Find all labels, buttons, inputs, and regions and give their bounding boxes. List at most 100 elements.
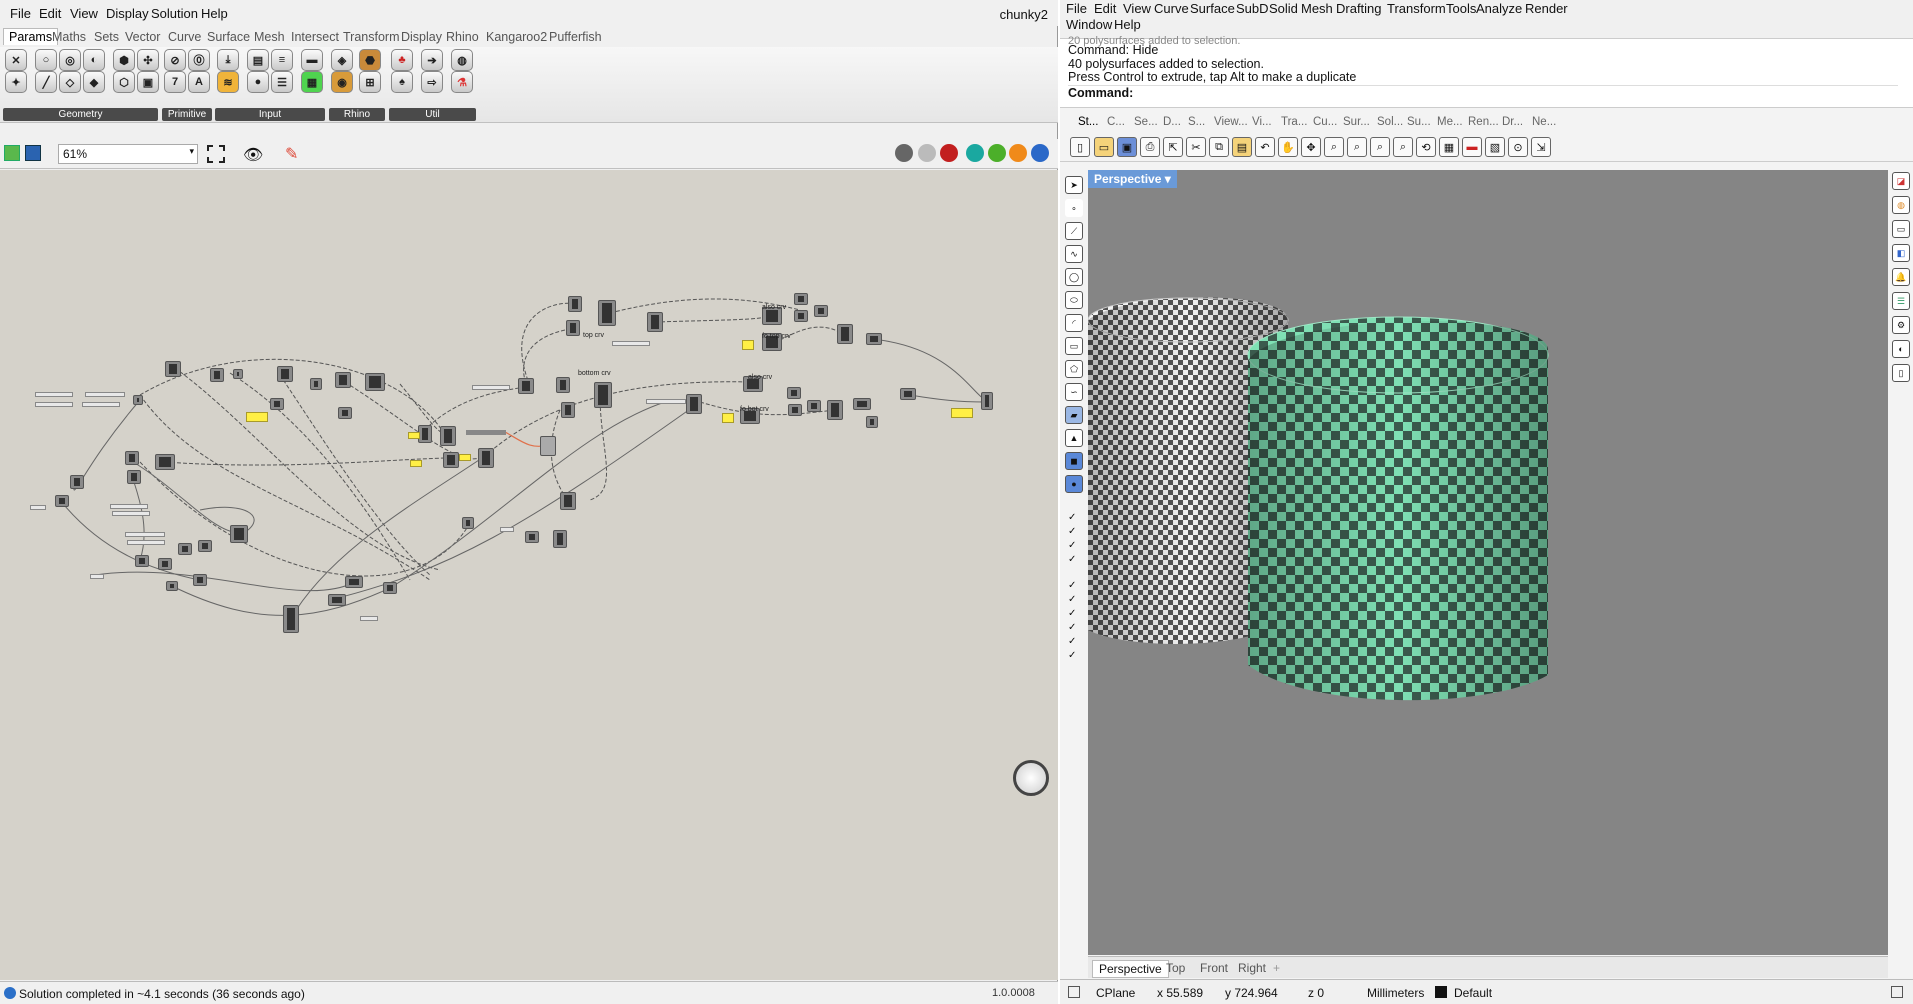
toolbar-tab[interactable]: Ne... (1532, 116, 1556, 128)
print-icon[interactable]: ⎙ (1140, 137, 1160, 157)
check-icon[interactable]: ✓ (1068, 622, 1076, 633)
gh-slider[interactable] (360, 616, 378, 621)
check-icon[interactable]: ✓ (1068, 526, 1076, 537)
preview-wire-icon[interactable] (918, 144, 936, 162)
gh-component[interactable] (133, 395, 143, 405)
check-icon[interactable]: ✓ (1068, 554, 1076, 565)
zoom-window-icon[interactable]: ⌕ (1347, 137, 1367, 157)
import-icon[interactable]: ⤓ (217, 49, 239, 71)
grid-tool-icon[interactable]: ▧ (1485, 137, 1505, 157)
save-file-icon[interactable] (25, 145, 41, 161)
mesh-param-icon[interactable]: ✣ (137, 49, 159, 71)
text-param-icon[interactable]: A (188, 71, 210, 93)
gh-slider[interactable] (30, 505, 46, 510)
gradient-icon[interactable]: ▬ (301, 49, 323, 71)
tab-mesh[interactable]: Mesh (254, 30, 285, 44)
gh-component[interactable] (230, 525, 248, 543)
toolbar-tab[interactable]: Sol... (1377, 116, 1403, 128)
gh-slider[interactable] (110, 504, 148, 509)
tab-surface[interactable]: Surface (207, 30, 250, 44)
gh-component[interactable] (155, 454, 175, 470)
arc-param-icon[interactable]: ◐ (83, 49, 105, 71)
select-tool-icon[interactable]: ⇲ (1531, 137, 1551, 157)
gh-component[interactable] (540, 436, 556, 456)
gh-menu-solution[interactable]: Solution (151, 6, 198, 21)
tab-curve[interactable]: Curve (168, 30, 201, 44)
gh-slider[interactable] (472, 385, 510, 390)
page-icon[interactable]: ▯ (1892, 364, 1910, 382)
rh-menu-subd[interactable]: SubD (1236, 1, 1269, 16)
gh-component[interactable] (647, 312, 663, 332)
toolbar-tab[interactable]: Tra... (1281, 116, 1307, 128)
command-history[interactable]: 20 polysurfaces added to selection. Comm… (1060, 35, 1913, 108)
toolbar-tab[interactable]: C... (1107, 116, 1125, 128)
gh-component[interactable] (568, 296, 582, 312)
gh-component[interactable] (165, 361, 181, 377)
tab-pufferfish[interactable]: Pufferfish (549, 30, 602, 44)
gear-icon[interactable]: ⚙ (1892, 316, 1910, 334)
check-icon[interactable]: ✓ (1068, 512, 1076, 523)
new-file-icon[interactable]: ▯ (1070, 137, 1090, 157)
gh-component[interactable] (418, 425, 432, 443)
arrow-right-icon[interactable]: ➔ (421, 49, 443, 71)
notification-icon[interactable]: 🔔 (1892, 268, 1910, 286)
tab-params[interactable]: Params (3, 28, 59, 45)
rh-menu-drafting[interactable]: Drafting (1336, 1, 1382, 16)
cut-icon[interactable]: ✂ (1186, 137, 1206, 157)
gh-component[interactable] (794, 293, 808, 305)
gh-panel[interactable] (410, 460, 422, 467)
zoom-extents-icon[interactable]: ⌕ (1370, 137, 1390, 157)
check-icon[interactable]: ✓ (1068, 594, 1076, 605)
gh-component[interactable] (328, 594, 346, 606)
gh-component[interactable] (335, 372, 351, 388)
gh-component[interactable] (166, 581, 178, 591)
gh-component[interactable] (900, 388, 916, 400)
rh-menu-file[interactable]: File (1066, 1, 1087, 16)
gh-component[interactable] (310, 378, 322, 390)
gh-component[interactable] (440, 426, 456, 446)
viewport-tab-right[interactable]: Right (1238, 961, 1266, 975)
gh-component[interactable] (233, 369, 243, 379)
gh-component[interactable] (866, 333, 882, 345)
viewport-tab-front[interactable]: Front (1200, 961, 1228, 975)
gh-slider[interactable] (127, 540, 165, 545)
gh-component[interactable] (518, 378, 534, 394)
gh-menu-edit[interactable]: Edit (39, 6, 61, 21)
rectangle-tool-icon[interactable]: ▭ (1065, 337, 1083, 355)
point-param-icon[interactable]: ✦ (5, 71, 27, 93)
check-icon[interactable]: ✓ (1068, 540, 1076, 551)
toolbar-tab[interactable]: Vi... (1252, 116, 1272, 128)
gh-component[interactable] (383, 582, 397, 594)
gh-component[interactable] (55, 495, 69, 507)
gh-component[interactable] (525, 531, 539, 543)
cherry-icon[interactable]: ♣ (391, 49, 413, 71)
display-sphere-icon[interactable] (1031, 144, 1049, 162)
ribbon-label-util[interactable]: Util (389, 108, 476, 121)
gh-component[interactable] (814, 305, 828, 317)
gh-slider[interactable] (85, 392, 125, 397)
gh-slider[interactable] (125, 532, 165, 537)
gh-component[interactable] (981, 392, 993, 410)
toolbar-tab[interactable]: Sur... (1343, 116, 1370, 128)
gh-panel[interactable] (246, 412, 268, 422)
extrude-tool-icon[interactable]: ▲ (1065, 429, 1083, 447)
color-wheel-icon[interactable]: ◍ (1892, 196, 1910, 214)
rh-menu-curve[interactable]: Curve (1154, 1, 1189, 16)
panel-toggle-icon[interactable] (1068, 986, 1080, 998)
rh-menu-tools[interactable]: Tools (1446, 1, 1476, 16)
surface-tool-icon[interactable]: ▰ (1065, 406, 1083, 424)
gh-component[interactable] (178, 543, 192, 555)
sketch-pen-icon[interactable]: ✎ (285, 144, 298, 164)
gh-slider[interactable] (35, 402, 73, 407)
four-viewports-icon[interactable]: ▦ (1439, 137, 1459, 157)
boolean-tool-icon[interactable]: ● (1065, 475, 1083, 493)
number-param-icon[interactable]: 7 (164, 71, 186, 93)
plane-param-icon[interactable]: ◇ (59, 71, 81, 93)
check-icon[interactable]: ✓ (1068, 650, 1076, 661)
gh-menu-display[interactable]: Display (106, 6, 149, 21)
command-prompt[interactable]: Command: (1068, 85, 1898, 100)
gh-canvas[interactable]: top crv bottom crv also crv fo top crv a… (0, 170, 1058, 980)
rh-menu-help[interactable]: Help (1114, 17, 1141, 32)
circle-param-icon[interactable]: ○ (35, 49, 57, 71)
gh-component[interactable] (283, 605, 299, 633)
